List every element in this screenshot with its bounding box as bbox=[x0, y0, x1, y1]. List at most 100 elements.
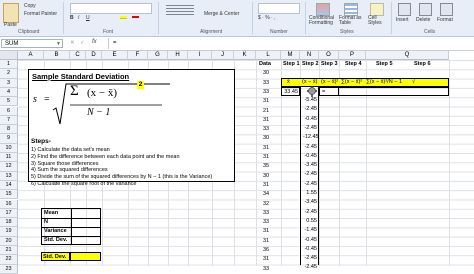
row-header[interactable]: 19 bbox=[0, 227, 18, 237]
format-painter-button[interactable]: Format Painter bbox=[24, 11, 57, 17]
format-as-table-button[interactable]: Format as Table bbox=[339, 16, 363, 26]
column-header[interactable]: F bbox=[128, 51, 148, 60]
column-header[interactable]: N bbox=[300, 51, 319, 60]
data-value[interactable]: 31 bbox=[263, 182, 269, 188]
row-header[interactable]: 12 bbox=[0, 162, 18, 172]
fill-color-icon[interactable] bbox=[120, 16, 127, 19]
paste-icon[interactable] bbox=[3, 3, 19, 23]
std-dev-result-label-cell[interactable]: Std. Dev. bbox=[41, 252, 70, 261]
paste-button[interactable]: Paste bbox=[4, 22, 17, 28]
format-button[interactable]: Format bbox=[437, 17, 453, 23]
column-header[interactable]: I bbox=[188, 51, 212, 60]
row-header[interactable]: 1 bbox=[0, 60, 18, 70]
insert-function-button[interactable]: fx bbox=[92, 39, 97, 45]
data-value[interactable]: 33 bbox=[263, 126, 269, 132]
row-header[interactable]: 22 bbox=[0, 255, 18, 265]
data-value[interactable]: 30 bbox=[263, 173, 269, 179]
row-header[interactable]: 14 bbox=[0, 180, 18, 191]
difference-value[interactable]: -2.45 bbox=[303, 106, 317, 112]
row-header[interactable]: 9 bbox=[0, 134, 18, 144]
column-header[interactable]: E bbox=[102, 51, 128, 60]
insert-icon[interactable] bbox=[398, 3, 411, 16]
italic-button[interactable]: I bbox=[78, 15, 79, 21]
difference-value[interactable]: -2.45 bbox=[303, 181, 317, 187]
row-header[interactable]: 3 bbox=[0, 78, 18, 88]
name-box-dropdown-icon[interactable]: ▼ bbox=[56, 41, 61, 47]
row-header[interactable]: 7 bbox=[0, 115, 18, 126]
font-color-icon[interactable] bbox=[132, 16, 139, 18]
mean-value-cell[interactable]: 33.45 bbox=[281, 87, 300, 96]
column-header[interactable]: O bbox=[319, 51, 339, 60]
difference-value[interactable]: -0.45 bbox=[303, 153, 317, 159]
data-value[interactable]: 30 bbox=[263, 135, 269, 141]
difference-value[interactable]: -0.45 bbox=[303, 116, 317, 122]
row-header[interactable]: 20 bbox=[0, 236, 18, 246]
data-value[interactable]: 33 bbox=[263, 266, 269, 272]
formula-input[interactable]: = bbox=[108, 38, 474, 49]
row-header[interactable]: 11 bbox=[0, 153, 18, 163]
difference-value[interactable]: -3.45 bbox=[303, 199, 317, 205]
bold-button[interactable]: B bbox=[70, 15, 74, 21]
underline-button[interactable]: U bbox=[86, 15, 90, 21]
row-header[interactable]: 2 bbox=[0, 69, 18, 79]
data-value[interactable]: 36 bbox=[263, 247, 269, 253]
difference-value[interactable]: 0.55 bbox=[303, 218, 317, 224]
difference-value[interactable]: -2.45 bbox=[303, 209, 317, 215]
data-value[interactable]: 33 bbox=[263, 219, 269, 225]
format-icon[interactable] bbox=[440, 3, 453, 16]
conditional-formatting-button[interactable]: Conditional Formatting bbox=[309, 16, 337, 26]
cancel-icon[interactable]: ✕ bbox=[70, 40, 75, 46]
std-dev-result-cell[interactable] bbox=[70, 252, 101, 261]
enter-icon[interactable]: ✓ bbox=[80, 40, 85, 46]
difference-value[interactable]: -0.45 bbox=[303, 246, 317, 252]
difference-value[interactable]: -1.45 bbox=[303, 227, 317, 233]
column-header[interactable]: K bbox=[234, 51, 256, 60]
data-value[interactable]: 31 bbox=[263, 145, 269, 151]
data-value[interactable]: 31 bbox=[263, 238, 269, 244]
data-value[interactable]: 21 bbox=[263, 108, 269, 114]
row-header[interactable]: 16 bbox=[0, 199, 18, 209]
data-value[interactable]: 31 bbox=[263, 98, 269, 104]
row-header[interactable]: 18 bbox=[0, 218, 18, 228]
merge-center-button[interactable]: Merge & Center bbox=[204, 11, 239, 17]
row-header[interactable]: 21 bbox=[0, 246, 18, 256]
column-header[interactable]: D bbox=[86, 51, 102, 60]
data-value[interactable]: 32 bbox=[263, 201, 269, 207]
active-cell[interactable]: = bbox=[319, 87, 339, 96]
difference-value[interactable]: -12.45 bbox=[303, 134, 319, 140]
difference-value[interactable]: -0.45 bbox=[303, 237, 317, 243]
difference-value[interactable]: -3.45 bbox=[303, 162, 317, 168]
row-header[interactable]: 5 bbox=[0, 97, 18, 107]
difference-value[interactable]: -2.45 bbox=[303, 171, 317, 177]
delete-button[interactable]: Delete bbox=[416, 17, 430, 23]
difference-value[interactable]: -2.45 bbox=[303, 144, 317, 150]
row-header[interactable]: 13 bbox=[0, 171, 18, 181]
column-header[interactable]: P bbox=[339, 51, 366, 60]
row-header[interactable]: 8 bbox=[0, 125, 18, 135]
row-header[interactable]: 17 bbox=[0, 208, 18, 219]
data-value[interactable]: 33 bbox=[263, 80, 269, 86]
difference-value[interactable]: -2.45 bbox=[303, 255, 317, 261]
column-header[interactable]: L bbox=[256, 51, 281, 60]
data-value[interactable]: 30 bbox=[263, 70, 269, 76]
select-all-button[interactable] bbox=[0, 51, 18, 60]
font-name-dropdown[interactable] bbox=[70, 3, 152, 14]
data-value[interactable]: 31 bbox=[263, 154, 269, 160]
column-header[interactable]: M bbox=[281, 51, 300, 60]
insert-button[interactable]: Insert bbox=[396, 17, 409, 23]
data-value[interactable]: 33 bbox=[263, 89, 269, 95]
data-value[interactable]: 31 bbox=[263, 256, 269, 262]
delete-icon[interactable] bbox=[419, 3, 432, 16]
column-header[interactable]: B bbox=[44, 51, 70, 60]
column-header[interactable]: H bbox=[168, 51, 188, 60]
column-header[interactable]: G bbox=[148, 51, 168, 60]
cell-styles-button[interactable]: Cell Styles bbox=[368, 16, 386, 26]
data-value[interactable]: 31 bbox=[263, 228, 269, 234]
name-box[interactable]: SUM bbox=[1, 39, 63, 48]
column-header[interactable]: C bbox=[70, 51, 86, 60]
row-header[interactable]: 10 bbox=[0, 143, 18, 153]
number-format-dropdown[interactable] bbox=[258, 3, 300, 14]
column-header[interactable]: Q bbox=[366, 51, 449, 60]
align-icon[interactable] bbox=[166, 5, 194, 17]
difference-value[interactable]: 1.55 bbox=[303, 190, 317, 196]
